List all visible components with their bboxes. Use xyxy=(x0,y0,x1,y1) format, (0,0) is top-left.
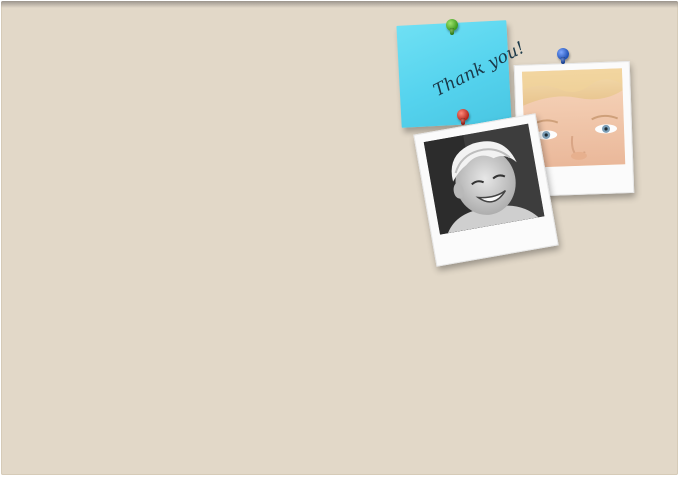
pushpin-red-icon xyxy=(457,109,469,121)
smiling-child-photo xyxy=(423,123,545,235)
sticky-note: Thank you! xyxy=(396,20,528,128)
corkboard-background: Thank you! xyxy=(1,1,678,475)
board-top-shadow xyxy=(1,1,678,8)
pushpin-green-icon xyxy=(446,19,458,31)
pushpin-blue-icon xyxy=(557,48,569,60)
polaroid-bw-photo xyxy=(413,113,559,267)
